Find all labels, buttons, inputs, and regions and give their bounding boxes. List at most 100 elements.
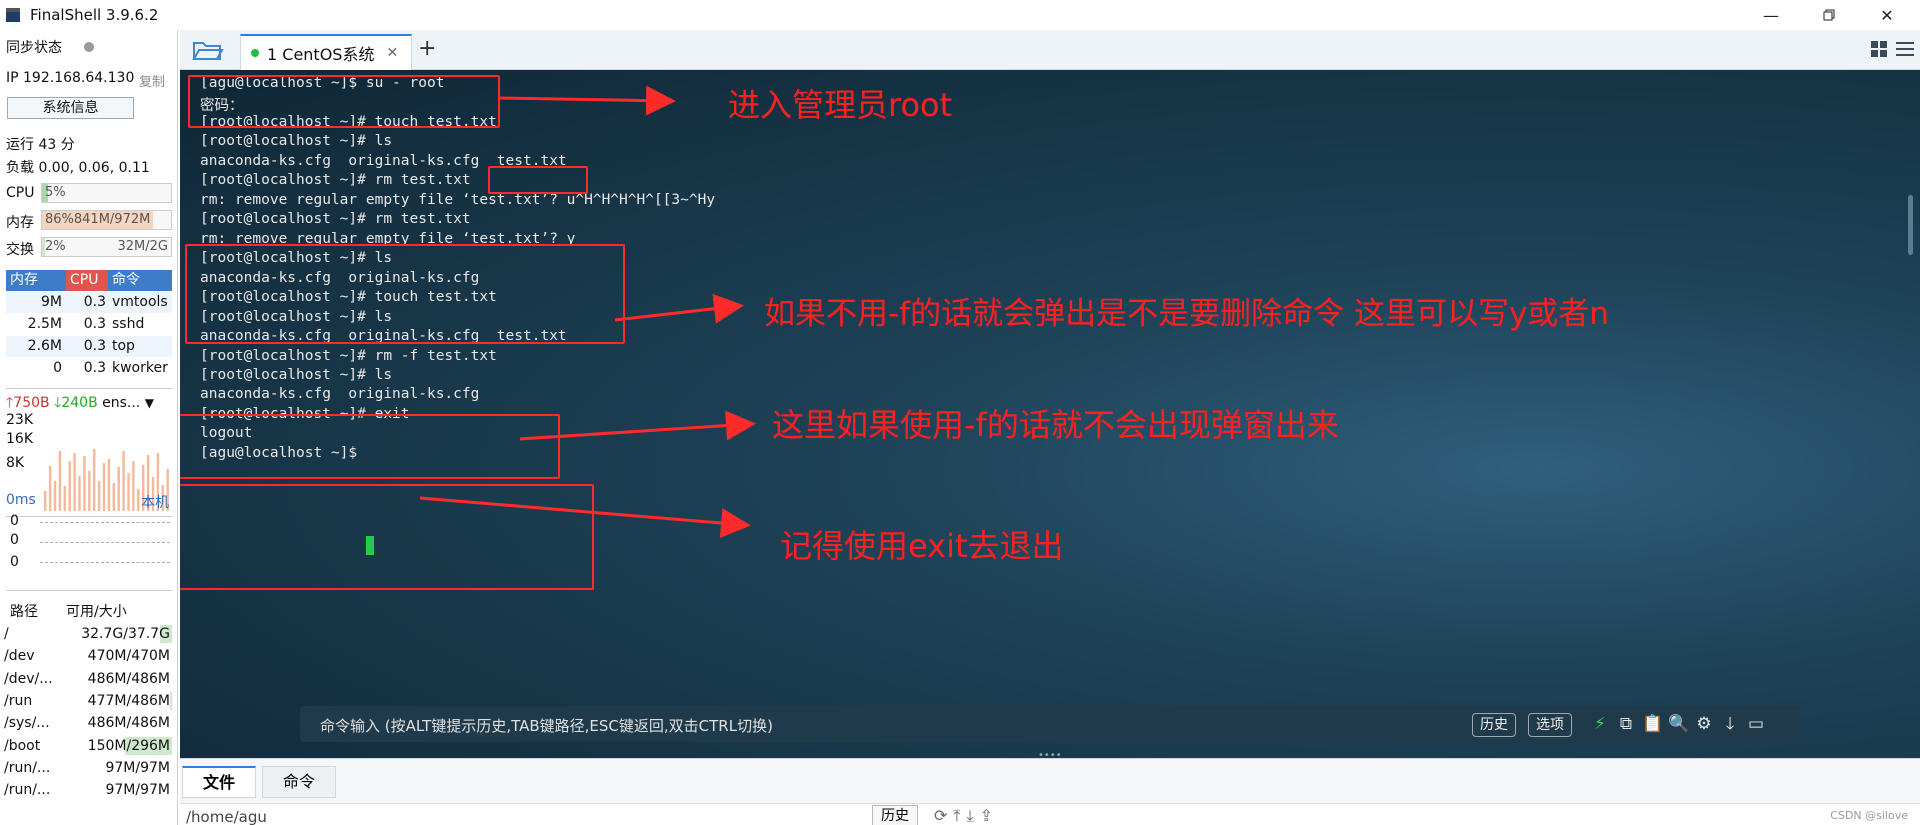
filesystem-row[interactable]: /run 477M/486M — [4, 690, 172, 712]
filesystem-row[interactable]: /boot 150M/296M — [4, 735, 172, 757]
cpu-usage-bar: 5% — [41, 183, 172, 203]
traffic-bar — [107, 459, 111, 511]
fs-col-path[interactable]: 路径 — [10, 601, 38, 623]
traffic-bar — [127, 473, 130, 511]
restore-icon[interactable] — [1806, 0, 1852, 30]
tab-centos[interactable]: 1 CentOS系统 ✕ — [240, 34, 412, 70]
load-text: 负载 0.00, 0.06, 0.11 — [6, 160, 150, 176]
filesystem-row[interactable]: /run/... 97M/97M — [4, 757, 172, 779]
process-row[interactable]: 2.6M 0.3 top — [6, 336, 172, 357]
memory-label: 内存 — [6, 215, 34, 231]
add-tab-button[interactable]: + — [418, 36, 436, 61]
sidebar: 同步状态 IP 192.168.64.130 复制 系统信息 运行 43 分 负… — [0, 30, 178, 825]
filesystem-path: /boot — [4, 737, 41, 754]
swap-usage-text: 2% — [45, 239, 66, 254]
ping-host[interactable]: 本机 — [141, 492, 169, 512]
menu-icon[interactable] — [1895, 40, 1915, 58]
window-title: FinalShell 3.9.6.2 — [30, 6, 159, 24]
network-interface[interactable]: ens... — [102, 395, 140, 411]
download-icon[interactable]: 🡓 — [1720, 714, 1740, 734]
session-tab-bar: 1 CentOS系统 ✕ + — [180, 30, 1920, 70]
refresh-icon[interactable]: ⟳ — [934, 806, 953, 825]
paste-icon[interactable]: 📋 — [1642, 714, 1663, 734]
minimize-icon[interactable]: — — [1748, 0, 1794, 30]
system-info-button[interactable]: 系统信息 — [7, 97, 134, 119]
filesystem-row[interactable]: / 32.7G/37.7G — [4, 623, 172, 645]
memory-usage-bar: 86%841M/972M — [41, 210, 172, 230]
upload-speed: 750B — [13, 395, 50, 411]
traffic-bar — [102, 463, 106, 511]
filesystem-size: 97M/97M — [105, 782, 170, 799]
tab-close-icon[interactable]: ✕ — [386, 45, 398, 61]
traffic-bar — [132, 461, 135, 511]
filesystem-path: /dev/... — [4, 670, 53, 687]
layout-grid-icon[interactable] — [1870, 40, 1888, 58]
path-history-button[interactable]: 历史 — [872, 805, 918, 825]
filesystem-row[interactable]: /dev/... 486M/486M — [4, 668, 172, 690]
traffic-bar — [58, 451, 62, 511]
options-button[interactable]: 选项 — [1528, 713, 1572, 737]
cpu-label: CPU — [6, 185, 35, 201]
process-row[interactable]: 9M 0.3 vmtools — [6, 292, 172, 313]
title-bar: FinalShell 3.9.6.2 — ✕ — [0, 0, 1920, 30]
process-col-memory[interactable]: 内存 — [6, 270, 66, 291]
upload-file-icon[interactable]: ⇪ — [980, 806, 999, 825]
lightning-icon[interactable]: ⚡ — [1590, 714, 1610, 734]
filesystem-row[interactable]: /dev 470M/470M — [4, 645, 172, 667]
filesystem-path: /run/... — [4, 759, 51, 776]
tab-label: 1 CentOS系统 — [267, 45, 375, 64]
ip-address: IP 192.168.64.130 — [6, 70, 135, 86]
filesystem-row[interactable]: /run/... 97M/97M — [4, 779, 172, 801]
ping-value: 0 — [10, 532, 19, 548]
annotation-rm-prompt: 如果不用-f的话就会弹出是不是要删除命令 这里可以写y或者n — [764, 296, 1609, 332]
process-col-cpu[interactable]: CPU — [66, 270, 108, 291]
filesystem-size: 486M/486M — [87, 715, 170, 732]
finalshell-window: FinalShell 3.9.6.2 — ✕ 同步状态 IP 192.168.6… — [0, 0, 1920, 825]
process-mem: 0 — [53, 360, 62, 376]
gear-icon[interactable]: ⚙ — [1694, 714, 1714, 734]
command-input-bar[interactable]: 命令输入 (按ALT键提示历史,TAB键路径,ESC键返回,双击CTRL切换) … — [300, 706, 1800, 742]
current-path[interactable]: /home/agu — [186, 808, 267, 825]
chevron-down-icon[interactable]: ▼ — [145, 396, 154, 410]
connected-dot-icon — [251, 49, 259, 57]
up-dir-icon[interactable]: ⤒ — [953, 806, 966, 825]
copy-ip-link[interactable]: 复制 — [139, 71, 165, 90]
fs-col-size[interactable]: 可用/大小 — [66, 601, 127, 623]
filesystem-path: / — [4, 626, 9, 642]
filesystem-size: 150M/296M — [87, 737, 170, 754]
net-tick-16k: 16K — [6, 431, 33, 447]
tab-commands[interactable]: 命令 — [262, 766, 336, 798]
traffic-bar — [88, 471, 91, 511]
folder-icon[interactable] — [192, 38, 224, 62]
annotation-exit: 记得使用exit去退出 — [780, 527, 1064, 565]
download-file-icon[interactable]: ⤓ — [966, 806, 979, 825]
uptime-text: 运行 43 分 — [6, 137, 75, 153]
cpu-usage-text: 5% — [45, 185, 66, 200]
filesystem-path: /run — [4, 692, 33, 709]
resize-handle-icon[interactable]: •••• — [1038, 750, 1062, 758]
command-input-placeholder[interactable]: 命令输入 (按ALT键提示历史,TAB键路径,ESC键返回,双击CTRL切换) — [320, 715, 773, 736]
traffic-bar — [53, 481, 57, 511]
filesystem-size: 32.7G/37.7G — [81, 626, 170, 642]
history-button[interactable]: 历史 — [1472, 713, 1516, 737]
file-path-row: /home/agu 历史 ⟳⤒⤓⇪ CSDN @silove — [180, 803, 1920, 825]
fs-table-header: 路径 可用/大小 — [4, 601, 172, 623]
process-table-header: 内存 CPU 命令 — [6, 270, 172, 291]
tab-files[interactable]: 文件 — [182, 766, 256, 798]
ping-gridline — [40, 562, 170, 563]
filesystem-row[interactable]: /sys/... 486M/486M — [4, 712, 172, 734]
annotation-enter-root: 进入管理员root — [728, 86, 953, 124]
process-cpu: 0.3 — [83, 338, 106, 354]
sync-status-label: 同步状态 — [6, 40, 62, 56]
traffic-bar — [63, 486, 66, 511]
fullscreen-icon[interactable]: ▭ — [1746, 714, 1766, 734]
search-icon[interactable]: 🔍 — [1668, 714, 1689, 734]
copy-icon[interactable]: ⧉ — [1616, 714, 1636, 734]
process-col-command[interactable]: 命令 — [108, 270, 172, 291]
process-row[interactable]: 2.5M 0.3 sshd — [6, 314, 172, 335]
filesystem-size: 470M/470M — [87, 648, 170, 665]
close-icon[interactable]: ✕ — [1864, 0, 1910, 30]
terminal-panel[interactable]: [agu@localhost ~]$ su - root 密码： [root@loc… — [180, 70, 1920, 758]
traffic-bar — [112, 483, 115, 511]
process-row[interactable]: 0 0.3 kworker — [6, 358, 172, 379]
